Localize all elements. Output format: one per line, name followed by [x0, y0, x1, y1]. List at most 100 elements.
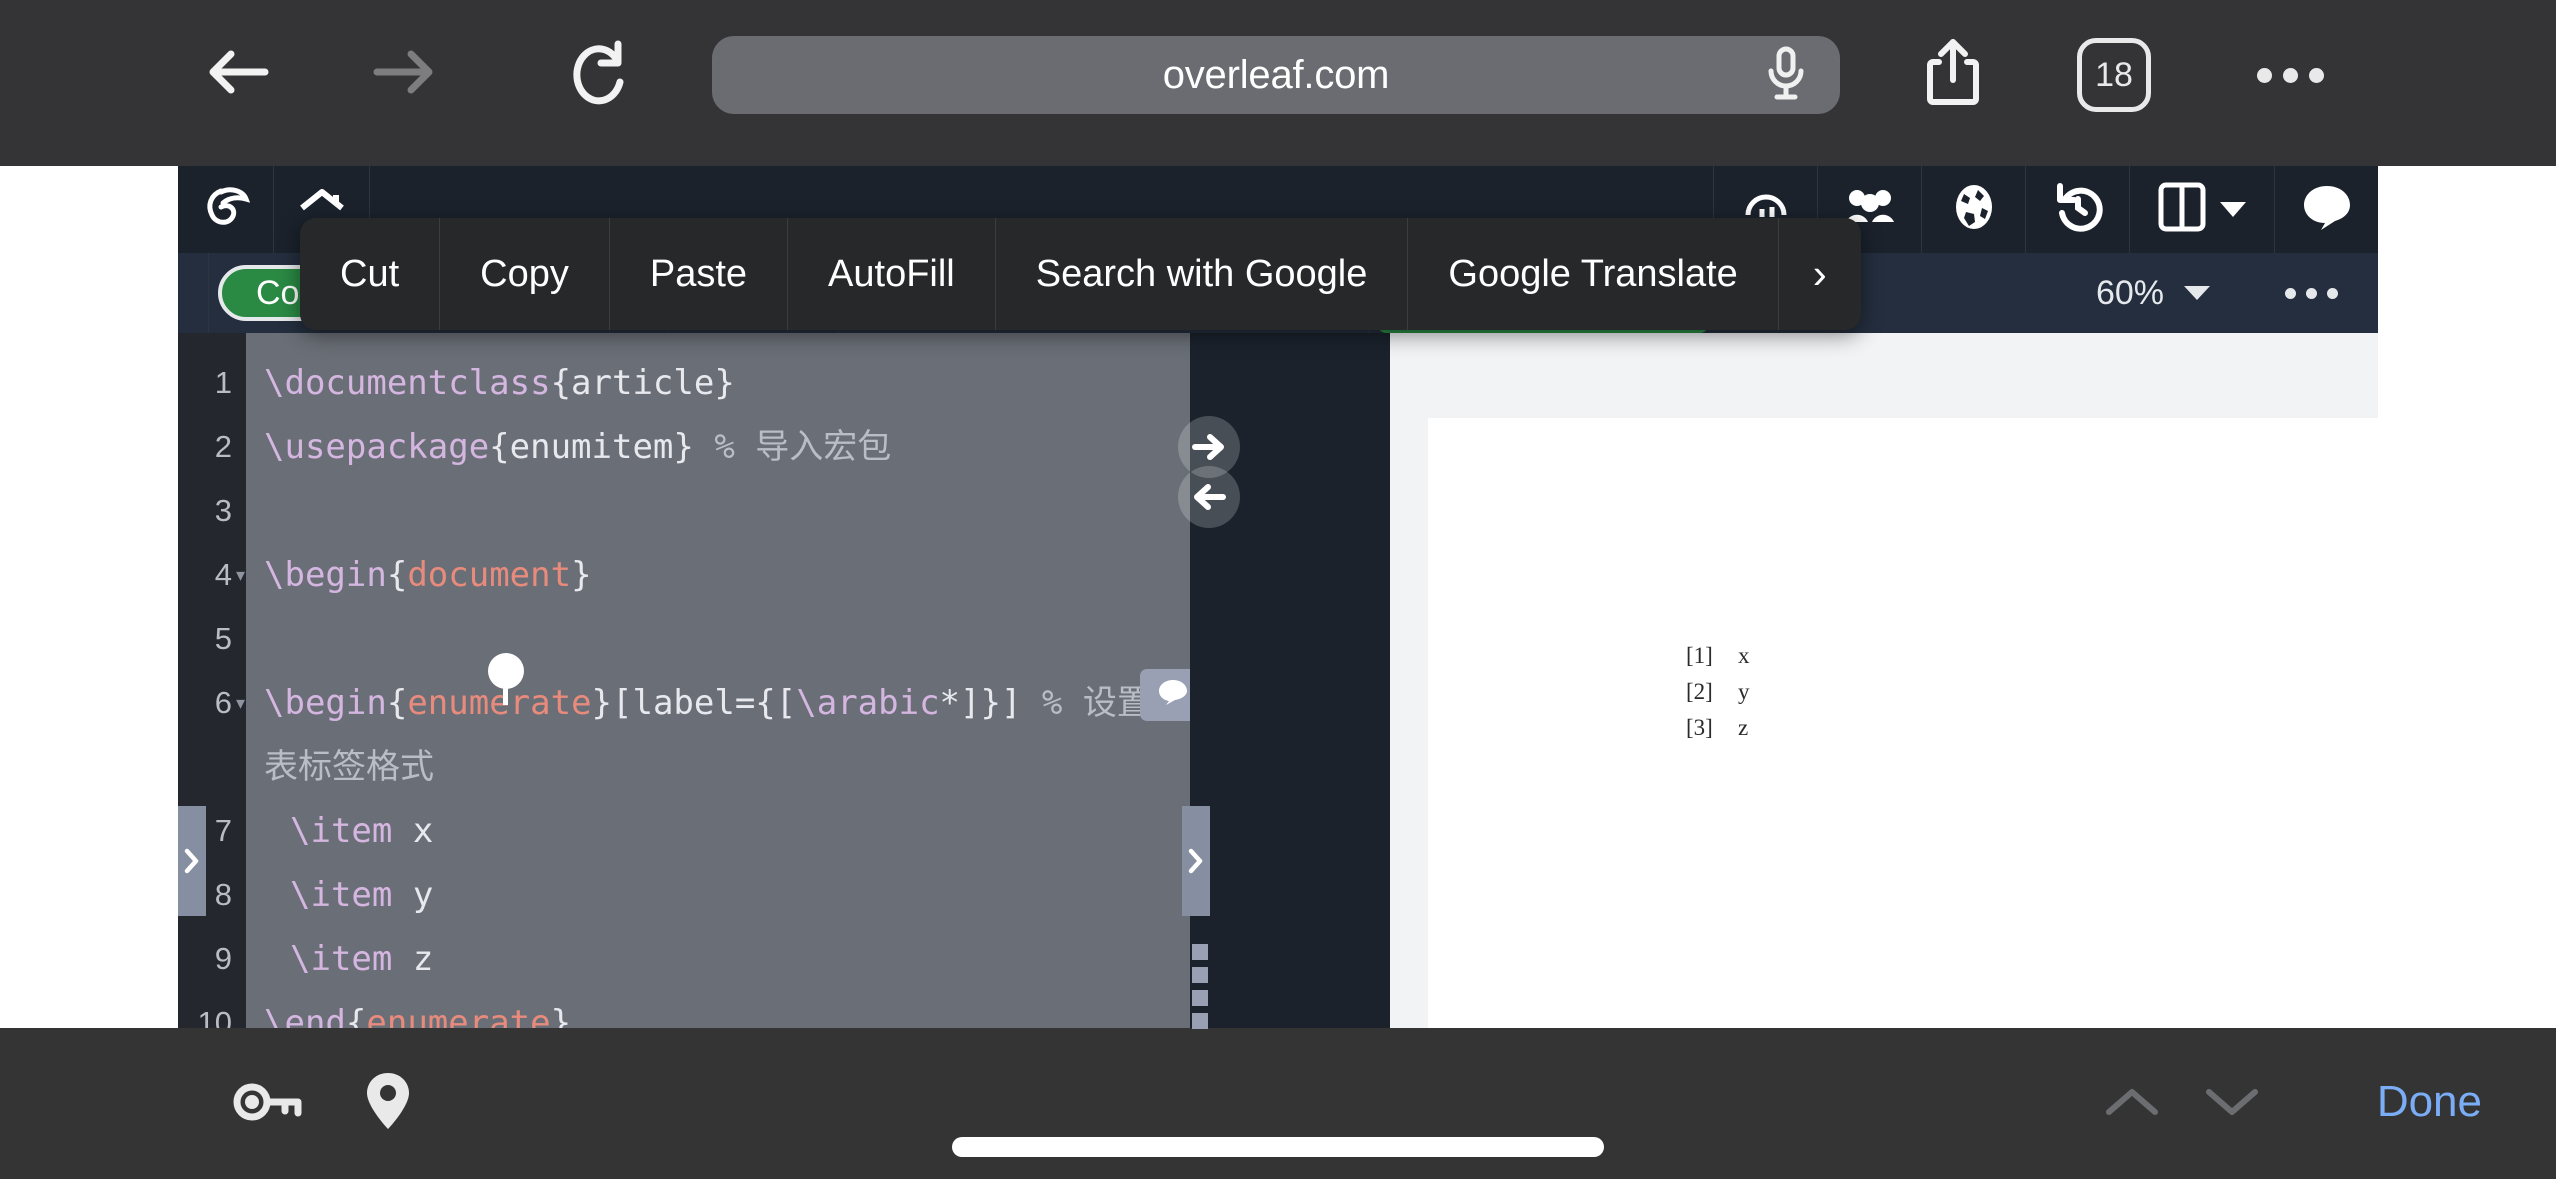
- share-icon: [1925, 36, 1981, 108]
- add-comment-tooltip[interactable]: Add comment: [1140, 669, 1190, 721]
- left-panel-handle[interactable]: [178, 806, 206, 916]
- done-button[interactable]: Done: [2377, 1066, 2482, 1138]
- browser-toolbar: overleaf.com 18: [0, 0, 2556, 166]
- chat-button[interactable]: [2274, 166, 2378, 253]
- page-right-margin: [2378, 166, 2556, 1028]
- code-token: \item: [290, 939, 393, 979]
- layout-button[interactable]: [2129, 166, 2274, 253]
- context-menu-item-search-with-google[interactable]: Search with Google: [996, 218, 1409, 330]
- code-line[interactable]: \item x: [290, 799, 1190, 863]
- code-token: }[label={[: [591, 683, 797, 723]
- reload-icon: [568, 38, 632, 106]
- context-menu-next-page-button[interactable]: ›: [1779, 218, 1861, 330]
- chevron-down-icon: [2184, 286, 2210, 300]
- history-button[interactable]: [2025, 166, 2129, 253]
- code-token: z: [392, 939, 434, 979]
- subbar-divider: [208, 253, 209, 333]
- context-menu-item-copy[interactable]: Copy: [440, 218, 610, 330]
- map-pin-icon: [364, 1071, 412, 1138]
- code-token: 表标签格式: [264, 747, 434, 787]
- chevron-right-icon: [184, 848, 199, 874]
- line-number: 9: [214, 941, 232, 976]
- address-bar[interactable]: overleaf.com: [712, 36, 1840, 114]
- more-dots-icon: [2285, 287, 2296, 299]
- reload-button[interactable]: [552, 24, 648, 120]
- forward-button[interactable]: [356, 24, 452, 120]
- code-line[interactable]: \item y: [290, 863, 1190, 927]
- selection-handle-start[interactable]: [488, 653, 524, 689]
- next-field-button[interactable]: [2186, 1058, 2278, 1150]
- pdf-list-item-label: [1]: [1686, 643, 1713, 668]
- code-line[interactable]: 表标签格式: [264, 735, 1190, 799]
- pdf-enumerate-list: [1] x [2] y [3] z: [1686, 643, 1750, 751]
- code-line[interactable]: \begin{document}: [264, 543, 1190, 607]
- code-token: \arabic: [796, 683, 940, 723]
- pdf-preview-pane[interactable]: [1] x [2] y [3] z: [1390, 333, 2378, 1028]
- pdf-list-item-label: [2]: [1686, 679, 1713, 704]
- overleaf-logo-button[interactable]: [178, 166, 274, 253]
- chevron-down-icon: [2220, 202, 2246, 217]
- editor-right-handle[interactable]: [1182, 806, 1210, 916]
- splitter-drag-handle[interactable]: [1192, 944, 1210, 1029]
- zoom-control[interactable]: 60%: [2096, 253, 2210, 333]
- location-button[interactable]: [342, 1058, 434, 1150]
- context-menu-item-autofill[interactable]: AutoFill: [788, 218, 996, 330]
- pdf-list-item-text: z: [1738, 715, 1749, 740]
- keyboard-accessory-bar: Done: [0, 1028, 2556, 1179]
- tab-count-button[interactable]: 18: [2077, 38, 2151, 112]
- code-token: \begin: [264, 683, 387, 723]
- done-label: Done: [2376, 1077, 2482, 1126]
- pdf-more-button[interactable]: [2285, 253, 2338, 333]
- code-line[interactable]: \documentclass{article}: [264, 351, 1190, 415]
- pdf-list-item: [1] x: [1686, 643, 1750, 679]
- previous-field-button[interactable]: [2086, 1058, 2178, 1150]
- layout-split-icon: [2158, 182, 2206, 237]
- context-menu-item-cut[interactable]: Cut: [300, 218, 441, 330]
- comment-icon: [1158, 679, 1188, 712]
- pdf-list-item: [2] y: [1686, 679, 1750, 715]
- arrow-right-icon: [1192, 434, 1224, 460]
- code-token: \item: [290, 811, 393, 851]
- context-menu-item-paste[interactable]: Paste: [610, 218, 789, 330]
- back-arrow-icon: [205, 44, 271, 100]
- publish-globe-button[interactable]: [1921, 166, 2025, 253]
- code-token: % 导入宏包: [714, 427, 892, 467]
- zoom-level-label: 60%: [2095, 273, 2164, 312]
- code-line[interactable]: \item z: [290, 927, 1190, 991]
- history-icon: [2053, 182, 2103, 237]
- globe-icon: [1952, 182, 1996, 237]
- microphone-icon: [1766, 45, 1806, 106]
- screen: overleaf.com 18 Code 60% 1 \documentclas…: [0, 0, 2556, 1179]
- pdf-list-item-label: [3]: [1686, 715, 1713, 740]
- line-number: 2: [214, 429, 232, 464]
- browser-more-button[interactable]: [2245, 38, 2335, 112]
- code-token: \item: [290, 875, 393, 915]
- pdf-list-item: [3] z: [1686, 715, 1750, 751]
- context-menu-item-google-translate[interactable]: Google Translate: [1408, 218, 1779, 330]
- code-token: \usepackage: [264, 427, 490, 467]
- share-button[interactable]: [1905, 24, 2001, 120]
- expand-editor-button[interactable]: [1178, 466, 1240, 528]
- code-token: *]}]: [939, 683, 1042, 723]
- code-token: document: [407, 555, 572, 595]
- code-token: {: [386, 555, 408, 595]
- fold-toggle-icon[interactable]: ▾: [236, 543, 254, 607]
- back-button[interactable]: [190, 24, 286, 120]
- voice-search-button[interactable]: [1756, 45, 1816, 105]
- code-line[interactable]: \begin{enumerate}[label={[\arabic*]}] % …: [264, 671, 1190, 735]
- code-line[interactable]: \usepackage{enumitem} % 导入宏包: [264, 415, 1190, 479]
- code-token: {: [386, 683, 408, 723]
- chat-bubble-icon: [2301, 183, 2353, 236]
- chevron-up-icon: [2105, 1085, 2159, 1124]
- code-token: \begin: [264, 555, 387, 595]
- fold-toggle-icon[interactable]: ▾: [236, 671, 254, 735]
- code-token: \documentclass: [264, 363, 551, 403]
- password-autofill-button[interactable]: [222, 1058, 314, 1150]
- code-token: {: [345, 1003, 367, 1028]
- code-editor[interactable]: 1 \documentclass{article} 2 \usepackage{enu…: [178, 333, 1190, 1028]
- text-context-menu: Cut Copy Paste AutoFill Search with Goog…: [300, 218, 1861, 330]
- home-indicator: [952, 1137, 1604, 1157]
- url-text: overleaf.com: [1162, 52, 1390, 97]
- page-left-margin: [0, 166, 178, 1028]
- code-line[interactable]: \end{enumerate}: [264, 991, 1190, 1028]
